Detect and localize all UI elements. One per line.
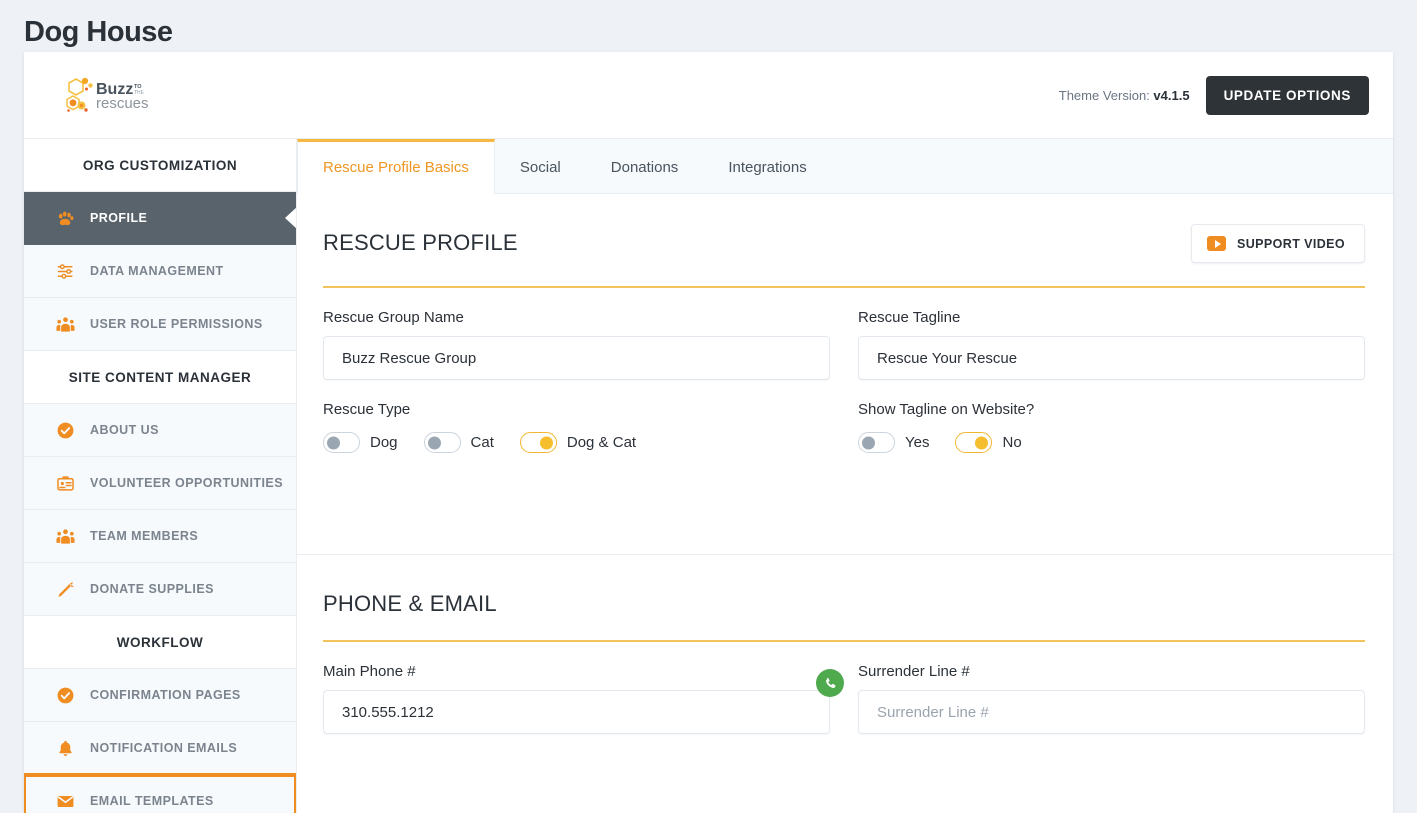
tab-donations[interactable]: Donations <box>586 139 704 193</box>
paw-icon <box>54 207 76 229</box>
toggle-label: Dog <box>370 434 398 451</box>
phone-email-fields-row: Main Phone # Surrender Line # <box>323 642 1365 734</box>
page-title: Dog House <box>24 16 173 48</box>
support-video-label: SUPPORT VIDEO <box>1237 236 1345 251</box>
toggle-switch[interactable] <box>519 432 557 453</box>
toggle-switch[interactable] <box>423 432 461 453</box>
carrot-icon <box>54 578 76 600</box>
surrender-line-input[interactable] <box>858 690 1365 734</box>
profile-fields-row-2: Rescue Type Dog Cat Dog & Cat Show Tagli… <box>323 380 1365 453</box>
theme-version-value: v4.1.5 <box>1153 87 1190 103</box>
sidebar-item-user-role-permissions[interactable]: USER ROLE PERMISSIONS <box>24 298 296 351</box>
surrender-line-field: Surrender Line # <box>858 663 1365 734</box>
toggle-tagline-yes[interactable]: Yes <box>858 432 929 453</box>
rescue-type-field: Rescue Type Dog Cat Dog & Cat <box>323 401 830 453</box>
theme-version-label: Theme Version: <box>1058 87 1150 103</box>
rescue-profile-section: RESCUE PROFILE SUPPORT VIDEO Rescue Grou… <box>297 194 1393 554</box>
tab-social[interactable]: Social <box>495 139 586 193</box>
rescue-tagline-input[interactable] <box>858 336 1365 380</box>
bell-icon <box>54 737 76 759</box>
theme-version: Theme Version: v4.1.5 <box>1059 88 1190 103</box>
tab-bar: Rescue Profile Basics Social Donations I… <box>297 139 1393 194</box>
toggle-switch[interactable] <box>323 432 360 453</box>
update-options-button[interactable]: UPDATE OPTIONS <box>1205 75 1369 115</box>
main-phone-input[interactable] <box>323 690 830 734</box>
sidebar-group-header-site-content-manager: SITE CONTENT MANAGER <box>24 351 296 404</box>
sidebar-item-profile[interactable]: PROFILE <box>24 192 296 245</box>
sidebar-item-label: EMAIL TEMPLATES <box>90 794 214 808</box>
show-tagline-field: Show Tagline on Website? Yes No <box>858 401 1365 453</box>
profile-fields-row-1: Rescue Group Name Rescue Tagline <box>323 288 1365 380</box>
toggle-tagline-no[interactable]: No <box>955 432 1022 453</box>
toggle-label: Yes <box>905 434 930 451</box>
app-body: ORG CUSTOMIZATION PROFILE DATA MANAGEMEN… <box>24 139 1393 813</box>
rescue-group-name-label: Rescue Group Name <box>323 309 464 326</box>
section-title: RESCUE PROFILE <box>323 230 518 255</box>
show-tagline-toggle-group: Yes No <box>858 428 1365 453</box>
section-title: PHONE & EMAIL <box>323 591 497 616</box>
play-icon <box>1207 236 1226 251</box>
buzz-rescues-logo: Buzz TO THE rescues <box>64 77 148 113</box>
tab-panel-rescue-profile-basics: RESCUE PROFILE SUPPORT VIDEO Rescue Grou… <box>297 194 1393 813</box>
sidebar-item-label: CONFIRMATION PAGES <box>90 688 241 702</box>
sidebar-item-donate-supplies[interactable]: DONATE SUPPLIES <box>24 563 296 616</box>
toggle-label: Cat <box>470 434 494 451</box>
toggle-switch[interactable] <box>955 432 993 453</box>
tab-integrations[interactable]: Integrations <box>703 139 831 193</box>
phone-email-section: PHONE & EMAIL Main Phone # 310.555.1212 … <box>297 554 1393 734</box>
toggle-dog[interactable]: Dog <box>323 432 398 453</box>
tab-rescue-profile-basics[interactable]: Rescue Profile Basics <box>297 139 495 194</box>
sidebar-item-volunteer-opportunities[interactable]: VOLUNTEER OPPORTUNITIES <box>24 457 296 510</box>
sidebar-item-team-members[interactable]: TEAM MEMBERS <box>24 510 296 563</box>
toggle-cat[interactable]: Cat <box>423 432 494 453</box>
sidebar-item-label: ABOUT US <box>90 423 159 437</box>
sidebar-item-data-management[interactable]: DATA MANAGEMENT <box>24 245 296 298</box>
sidebar: ORG CUSTOMIZATION PROFILE DATA MANAGEMEN… <box>24 139 297 813</box>
rescue-group-name-input[interactable] <box>323 336 830 380</box>
svg-text:rescues: rescues <box>96 95 148 112</box>
main-phone-field: Main Phone # <box>323 663 844 734</box>
support-video-button[interactable]: SUPPORT VIDEO <box>1191 224 1365 263</box>
rescue-profile-header: RESCUE PROFILE SUPPORT VIDEO <box>323 224 1365 263</box>
sidebar-group-header-org-customization: ORG CUSTOMIZATION <box>24 139 296 192</box>
sliders-icon <box>54 260 76 282</box>
sidebar-item-confirmation-pages[interactable]: CONFIRMATION PAGES <box>24 669 296 722</box>
sidebar-item-email-templates[interactable]: EMAIL TEMPLATES <box>24 773 296 813</box>
sidebar-item-label: USER ROLE PERMISSIONS <box>90 317 263 331</box>
sidebar-item-label: PROFILE <box>90 211 148 225</box>
toggle-dog-and-cat[interactable]: Dog & Cat <box>519 432 637 453</box>
rescue-type-label: Rescue Type <box>323 401 411 418</box>
app-window: Buzz TO THE rescues Theme Version: v4.1.… <box>24 52 1393 813</box>
phone-email-header: PHONE & EMAIL <box>323 585 1365 617</box>
users-icon <box>54 313 76 335</box>
check-circle-icon <box>54 419 76 441</box>
sidebar-item-notification-emails[interactable]: NOTIFICATION EMAILS <box>24 722 296 775</box>
users-icon <box>54 525 76 547</box>
sidebar-item-label: DATA MANAGEMENT <box>90 264 224 278</box>
id-badge-icon <box>54 472 76 494</box>
surrender-line-label: Surrender Line # <box>858 663 970 680</box>
header-actions: Theme Version: v4.1.5 UPDATE OPTIONS <box>1059 75 1369 115</box>
sidebar-item-label: NOTIFICATION EMAILS <box>90 741 238 755</box>
show-tagline-label: Show Tagline on Website? <box>858 401 1035 418</box>
sidebar-group-header-workflow: WORKFLOW <box>24 616 296 669</box>
rescue-tagline-field: Rescue Tagline <box>858 309 1365 380</box>
phone-verified-icon <box>816 669 844 697</box>
sidebar-item-about-us[interactable]: ABOUT US <box>24 404 296 457</box>
sidebar-item-label: VOLUNTEER OPPORTUNITIES <box>90 476 284 490</box>
rescue-type-toggle-group: Dog Cat Dog & Cat <box>323 428 830 453</box>
sidebar-item-label: DONATE SUPPLIES <box>90 582 214 596</box>
rescue-tagline-label: Rescue Tagline <box>858 309 961 326</box>
envelope-icon <box>54 790 76 812</box>
check-circle-icon <box>54 684 76 706</box>
main-content: Rescue Profile Basics Social Donations I… <box>297 139 1393 813</box>
toggle-switch[interactable] <box>858 432 895 453</box>
main-phone-label: Main Phone # <box>323 663 416 680</box>
rescue-group-name-field: Rescue Group Name <box>323 309 830 380</box>
app-header: Buzz TO THE rescues Theme Version: v4.1.… <box>24 52 1393 139</box>
sidebar-item-label: TEAM MEMBERS <box>90 529 199 543</box>
toggle-label: Dog & Cat <box>566 434 637 451</box>
toggle-label: No <box>1002 434 1022 451</box>
